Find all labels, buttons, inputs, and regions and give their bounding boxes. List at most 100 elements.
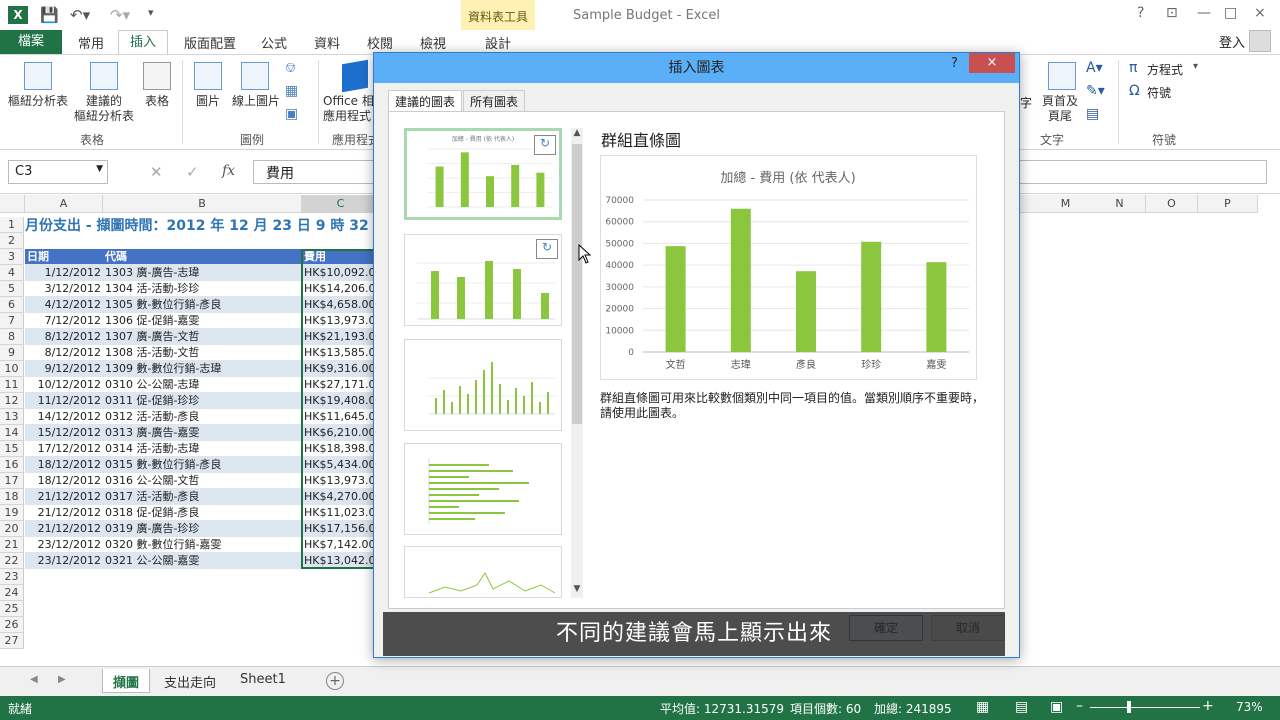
row-header[interactable]: 10 (0, 361, 24, 377)
cell-date[interactable]: 21/12/2012 (25, 505, 103, 521)
cell-date[interactable]: 23/12/2012 (25, 537, 103, 553)
prev-sheet-icon[interactable]: ◀ (30, 674, 38, 685)
cell-code[interactable]: 1305 數-數位行銷-彥良 (103, 297, 302, 313)
insert-function-icon[interactable]: fx (222, 163, 235, 179)
cell-code[interactable]: 0318 促-促銷-彥良 (103, 505, 302, 521)
cell-date[interactable]: 7/12/2012 (25, 313, 103, 329)
tab-data[interactable]: 資料 (314, 33, 340, 52)
minimize-icon[interactable]: — (1197, 5, 1211, 21)
row-header[interactable]: 21 (0, 537, 24, 553)
zoom-in-icon[interactable]: + (1202, 698, 1214, 714)
row-header[interactable]: 1 (0, 217, 24, 233)
screenshot-icon[interactable]: ▣ (285, 106, 298, 122)
name-box[interactable]: C3 ▼ (8, 160, 108, 184)
avatar[interactable] (1249, 30, 1271, 52)
column-header-o[interactable]: O (1146, 195, 1198, 213)
cell-code[interactable]: 0319 廣-廣告-珍珍 (103, 521, 302, 537)
cell-code[interactable]: 0311 促-促銷-珍珍 (103, 393, 302, 409)
wordart-icon[interactable]: A▾ (1086, 60, 1103, 76)
scroll-down-icon[interactable]: ▼ (571, 584, 583, 596)
cell-date[interactable]: 8/12/2012 (25, 329, 103, 345)
smartart-icon[interactable]: ▦ (285, 83, 298, 99)
cell-code[interactable]: 0312 活-活動-彥良 (103, 409, 302, 425)
cell-code[interactable]: 1304 活-活動-珍珍 (103, 281, 302, 297)
tab-page-layout[interactable]: 版面配置 (184, 33, 236, 52)
row-header[interactable]: 17 (0, 473, 24, 489)
pivot-table-button[interactable]: 樞紐分析表 (4, 94, 72, 109)
cell-date[interactable]: 14/12/2012 (25, 409, 103, 425)
cell-date[interactable]: 18/12/2012 (25, 457, 103, 473)
sheet-tab-sheet1[interactable]: Sheet1 (230, 669, 296, 693)
next-sheet-icon[interactable]: ▶ (58, 674, 66, 685)
column-header-n[interactable]: N (1094, 195, 1146, 213)
undo-icon[interactable]: ↶▾ (70, 6, 90, 24)
page-break-view-icon[interactable]: ▣ (1050, 699, 1063, 715)
cell-code[interactable]: 1308 活-活動-文哲 (103, 345, 302, 361)
zoom-slider-thumb[interactable] (1127, 701, 1131, 713)
cell-date[interactable]: 8/12/2012 (25, 345, 103, 361)
row-header[interactable]: 20 (0, 521, 24, 537)
row-header[interactable]: 5 (0, 281, 24, 297)
cell-code[interactable]: 0313 廣-廣告-嘉雯 (103, 425, 302, 441)
cell-date[interactable]: 4/12/2012 (25, 297, 103, 313)
redo-icon[interactable]: ↷▾ (110, 6, 130, 24)
cell-code[interactable]: 1309 數-數位行銷-志瑋 (103, 361, 302, 377)
header-footer-button[interactable]: 頁首及 頁尾 (1040, 94, 1080, 124)
cell-code[interactable]: 1303 廣-廣告-志瑋 (103, 265, 302, 281)
select-all-corner[interactable] (0, 195, 25, 213)
column-header-b[interactable]: B (103, 195, 302, 213)
cell-date[interactable]: 15/12/2012 (25, 425, 103, 441)
table-header-code[interactable]: 代碼 (103, 249, 302, 265)
picture-button[interactable]: 圖片 (188, 94, 228, 109)
column-header-a[interactable]: A (25, 195, 103, 213)
tab-formulas[interactable]: 公式 (261, 33, 287, 52)
enter-icon[interactable]: ✓ (186, 163, 199, 181)
page-layout-view-icon[interactable]: ▤ (1015, 699, 1028, 715)
office-apps-button[interactable]: Office 相 應用程式 (323, 94, 375, 126)
row-header[interactable]: 11 (0, 377, 24, 393)
row-header[interactable]: 2 (0, 233, 24, 249)
chevron-down-icon[interactable]: ▾ (1193, 61, 1198, 72)
cell-date[interactable]: 21/12/2012 (25, 521, 103, 537)
row-header[interactable]: 9 (0, 345, 24, 361)
chart-thumbnail-line[interactable] (404, 546, 562, 598)
tab-all-charts[interactable]: 所有圖表 (463, 90, 526, 112)
row-header[interactable]: 24 (0, 585, 24, 601)
scrollbar-thumb[interactable] (572, 144, 582, 424)
tab-review[interactable]: 校閱 (367, 33, 393, 52)
sheet-tab-capture[interactable]: 擷圖 (102, 669, 151, 693)
object-icon[interactable]: ▤ (1086, 106, 1099, 122)
cell-date[interactable]: 17/12/2012 (25, 441, 103, 457)
chart-thumbnail-clustered-column[interactable]: 加總 - 費用 (依 代表人) ↻ (404, 128, 562, 220)
zoom-slider[interactable] (1090, 707, 1200, 708)
cell-code[interactable]: 1307 廣-廣告-文哲 (103, 329, 302, 345)
excel-icon[interactable]: X (8, 6, 28, 24)
row-header[interactable]: 25 (0, 601, 24, 617)
cell-code[interactable]: 0321 公-公關-嘉雯 (103, 553, 302, 569)
cell-date[interactable]: 18/12/2012 (25, 473, 103, 489)
cell-code[interactable]: 0315 數-數位行銷-彥良 (103, 457, 302, 473)
row-header[interactable]: 6 (0, 297, 24, 313)
cell-code[interactable]: 0320 數-數位行銷-嘉雯 (103, 537, 302, 553)
dialog-help-icon[interactable]: ? (951, 56, 958, 71)
row-header[interactable]: 23 (0, 569, 24, 585)
row-header[interactable]: 4 (0, 265, 24, 281)
help-icon[interactable]: ? (1137, 5, 1144, 21)
column-header-c[interactable]: C (302, 195, 380, 213)
cell-code[interactable]: 0316 公-公關-文哲 (103, 473, 302, 489)
add-sheet-icon[interactable]: + (326, 672, 344, 690)
row-header[interactable]: 22 (0, 553, 24, 569)
chart-thumbnail-column-by-date[interactable] (404, 339, 562, 431)
row-header[interactable]: 7 (0, 313, 24, 329)
cell-date[interactable]: 23/12/2012 (25, 553, 103, 569)
customize-qat-icon[interactable]: ▾ (148, 6, 154, 19)
symbol-button[interactable]: 符號 (1147, 84, 1171, 101)
shapes-icon[interactable]: ⎊ (285, 60, 296, 76)
tab-home[interactable]: 常用 (78, 33, 104, 52)
row-header[interactable]: 26 (0, 617, 24, 633)
cell-date[interactable]: 9/12/2012 (25, 361, 103, 377)
scroll-up-icon[interactable]: ▲ (571, 128, 583, 140)
row-header[interactable]: 14 (0, 425, 24, 441)
table-button[interactable]: 表格 (140, 94, 174, 109)
tab-file[interactable]: 檔案 (0, 30, 62, 54)
